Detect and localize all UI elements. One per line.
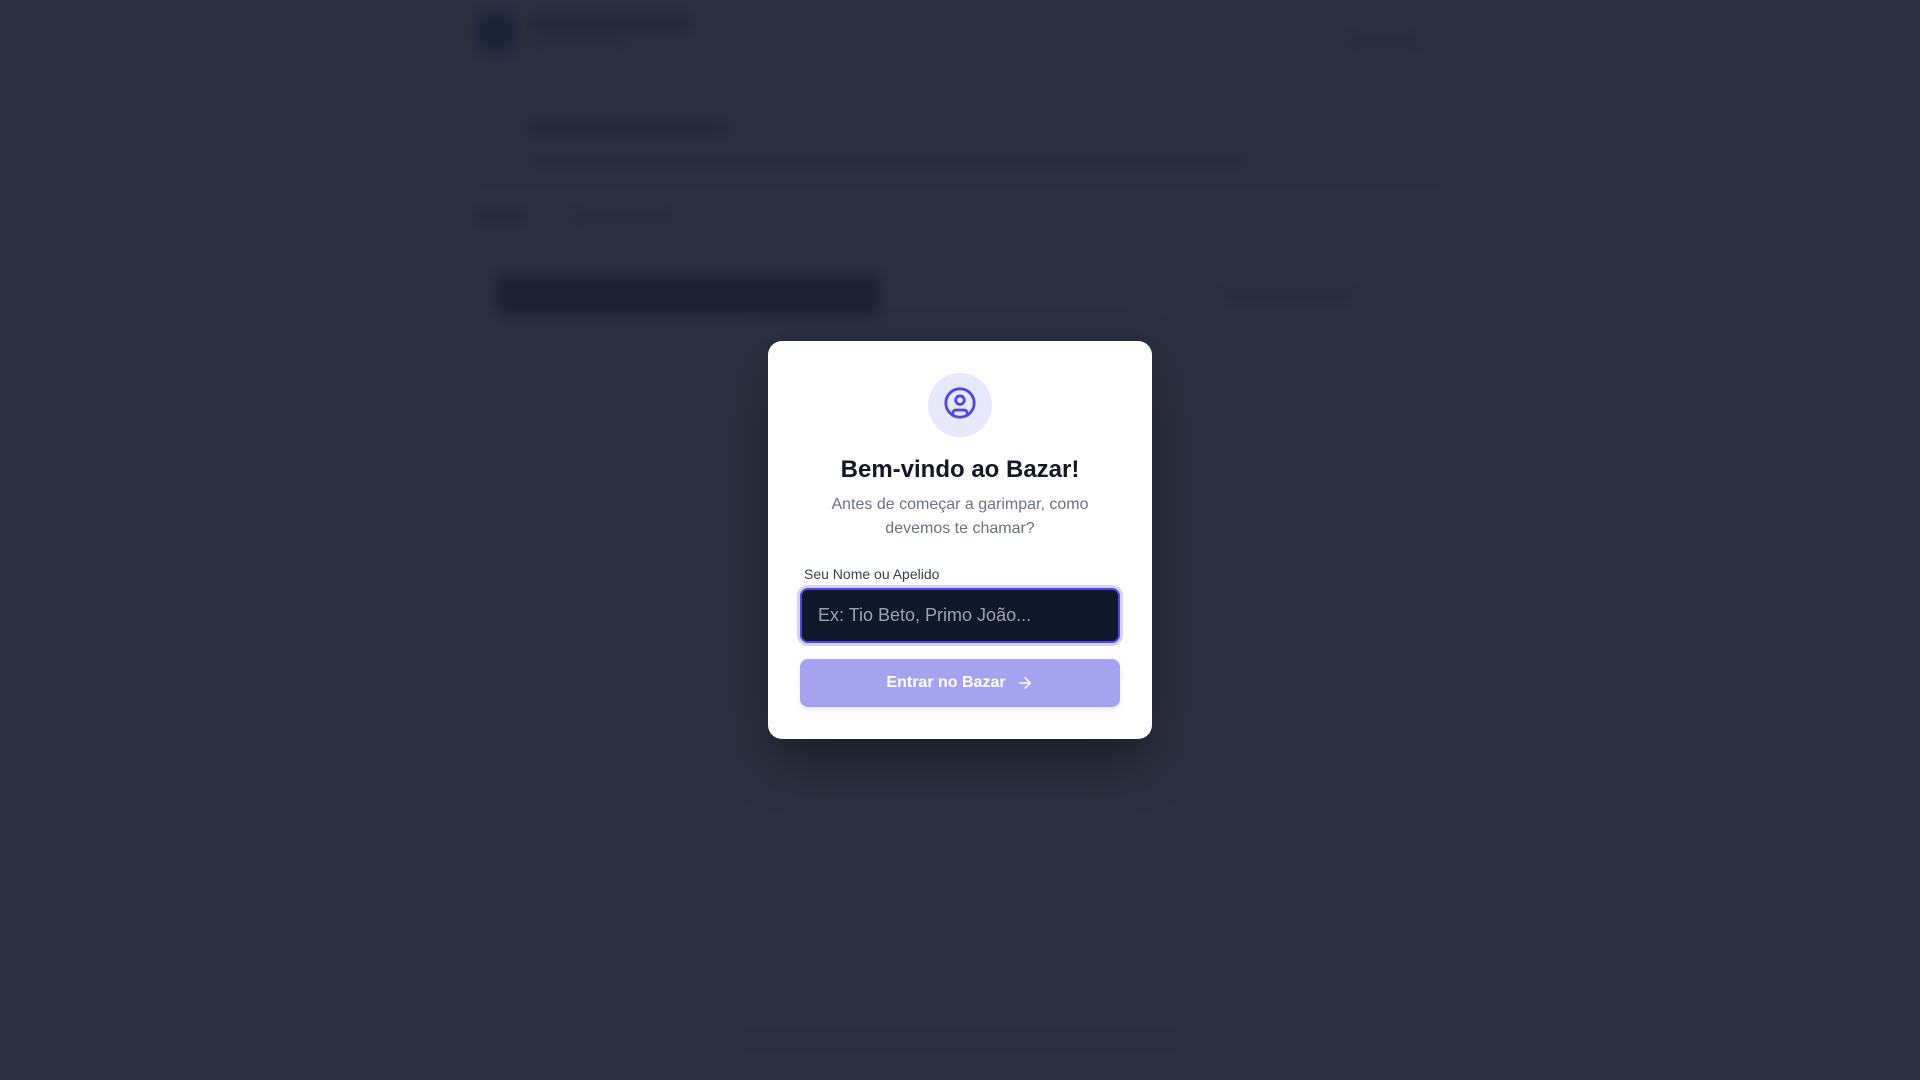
enter-bazar-label: Entrar no Bazar	[886, 674, 1006, 691]
arrow-right-icon	[1016, 674, 1034, 692]
modal-title: Bem-vindo ao Bazar!	[840, 456, 1080, 483]
name-input[interactable]	[800, 588, 1120, 643]
user-circle-icon	[943, 386, 977, 425]
enter-bazar-button[interactable]: Entrar no Bazar	[800, 659, 1120, 707]
name-field-label: Seu Nome ou Apelido	[804, 566, 940, 582]
welcome-modal: Bem-vindo ao Bazar! Antes de começar a g…	[768, 341, 1152, 739]
avatar-badge	[928, 373, 992, 437]
modal-subtitle: Antes de começar a garimpar, como devemo…	[831, 496, 1089, 537]
